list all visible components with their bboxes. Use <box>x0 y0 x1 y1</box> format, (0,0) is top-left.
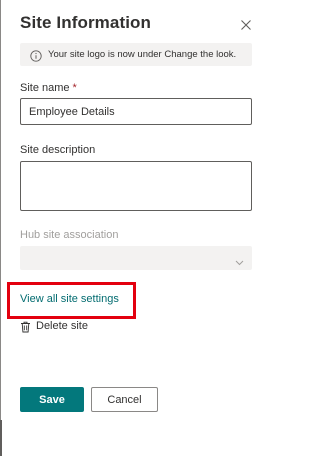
site-name-input[interactable] <box>20 98 252 125</box>
panel-title: Site Information <box>20 13 151 32</box>
site-description-label: Site description <box>20 144 96 156</box>
site-information-panel: Site Information Your site logo is now u… <box>0 0 272 456</box>
view-all-site-settings-link[interactable]: View all site settings <box>20 293 119 305</box>
close-icon[interactable] <box>238 17 254 33</box>
hub-site-association-label: Hub site association <box>20 229 119 241</box>
info-notice-text: Your site logo is now under Change the l… <box>48 49 237 60</box>
trash-icon <box>20 320 31 333</box>
panel-left-border-accent <box>0 420 2 456</box>
chevron-down-icon <box>235 254 244 266</box>
site-name-label-text: Site name <box>20 82 70 94</box>
delete-site-link[interactable]: Delete site <box>20 320 88 333</box>
site-description-textarea[interactable] <box>20 161 252 211</box>
panel-left-border <box>0 0 1 456</box>
site-name-label: Site name * <box>20 82 77 94</box>
cancel-button[interactable]: Cancel <box>91 387 158 412</box>
info-icon <box>30 49 42 62</box>
required-marker: * <box>72 82 77 94</box>
hub-site-association-dropdown[interactable] <box>20 246 252 270</box>
save-button[interactable]: Save <box>20 387 84 412</box>
delete-site-label: Delete site <box>36 320 88 332</box>
info-notice-bar: Your site logo is now under Change the l… <box>20 43 252 66</box>
